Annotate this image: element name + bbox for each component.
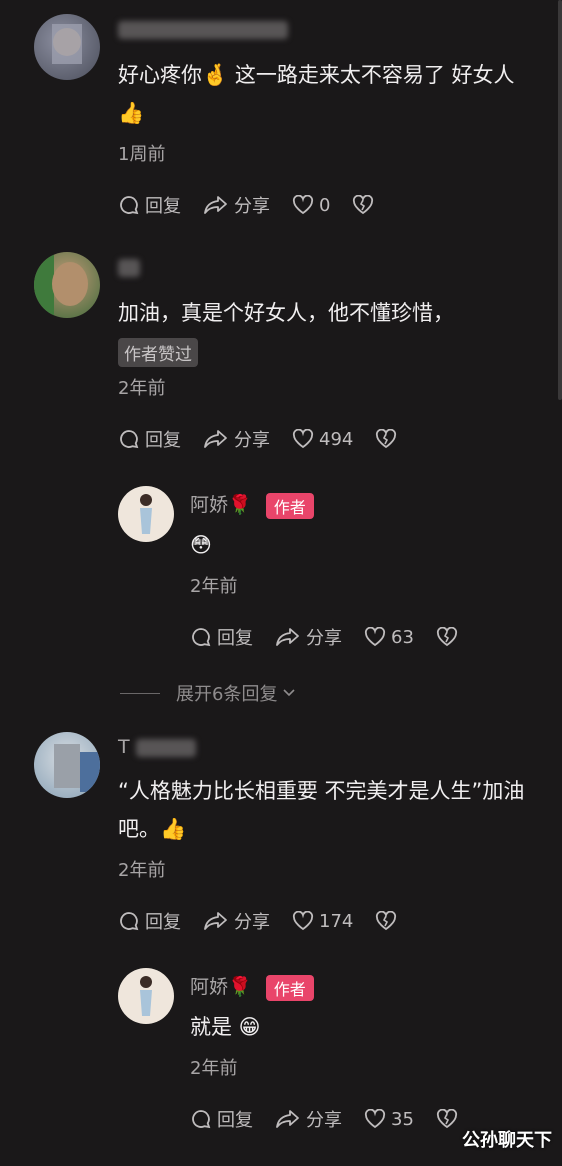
author-liked-badge: 作者赞过 (118, 338, 198, 367)
like-button[interactable]: 63 (364, 627, 414, 648)
like-count: 0 (319, 194, 331, 216)
broken-heart-icon (376, 911, 397, 931)
username[interactable] (118, 18, 288, 40)
share-button[interactable]: 分享 (275, 1106, 342, 1132)
reply-button[interactable]: 回复 (118, 908, 181, 934)
share-arrow-icon (204, 912, 227, 930)
like-button[interactable]: 174 (292, 911, 353, 932)
reply-text: 就是 😁 (190, 1015, 261, 1039)
dislike-button[interactable] (375, 911, 402, 931)
reply-button[interactable]: 回复 (190, 1106, 253, 1132)
share-arrow-icon (204, 196, 227, 214)
reply-actions: 回复 分享 63 (190, 624, 485, 650)
reply-time: 2年前 (190, 1058, 238, 1079)
chevron-down-icon (283, 689, 296, 697)
share-button[interactable]: 分享 (203, 426, 270, 452)
like-button[interactable]: 494 (292, 429, 353, 450)
username[interactable] (118, 256, 140, 278)
watermark: 公孙聊天下 (462, 1130, 552, 1151)
dislike-button[interactable] (436, 627, 463, 647)
avatar[interactable] (34, 14, 100, 80)
reply-actions: 回复 分享 35 (190, 1106, 485, 1132)
dislike-button[interactable] (352, 195, 379, 215)
chat-bubble-icon (120, 196, 139, 215)
broken-heart-icon (436, 1109, 457, 1129)
comment-text: 加油，真是个好女人，他不懂珍惜， (118, 301, 454, 325)
username[interactable]: T (118, 736, 196, 758)
reply-username[interactable]: 阿娇🌹 作者 (190, 490, 314, 519)
broken-heart-icon (353, 195, 374, 215)
share-arrow-icon (204, 430, 227, 448)
like-button[interactable]: 0 (292, 195, 330, 216)
heart-icon (292, 911, 314, 931)
share-button[interactable]: 分享 (203, 192, 270, 218)
share-button[interactable]: 分享 (203, 908, 270, 934)
like-count: 35 (391, 1108, 414, 1130)
chat-bubble-icon (120, 430, 139, 449)
comment-time: 1周前 (118, 144, 166, 165)
comment-actions: 回复 分享 494 (118, 426, 424, 452)
like-button[interactable]: 35 (364, 1109, 414, 1130)
heart-icon (364, 1109, 386, 1129)
chat-bubble-icon (192, 628, 211, 647)
like-count: 174 (319, 910, 354, 932)
comment-actions: 回复 分享 174 (118, 908, 424, 934)
reply-time: 2年前 (190, 576, 238, 597)
share-button[interactable]: 分享 (275, 624, 342, 650)
heart-icon (292, 429, 314, 449)
author-badge: 作者 (265, 492, 314, 519)
avatar[interactable] (118, 968, 174, 1024)
broken-heart-icon (436, 627, 457, 647)
avatar[interactable] (34, 252, 100, 318)
heart-icon (364, 627, 386, 647)
scrollbar[interactable] (558, 0, 562, 400)
comment-time: 2年前 (118, 860, 166, 881)
broken-heart-icon (376, 429, 397, 449)
expand-replies-button[interactable]: 展开6条回复 (120, 680, 297, 706)
divider (120, 692, 160, 694)
author-badge: 作者 (265, 974, 314, 1001)
dislike-button[interactable] (436, 1109, 463, 1129)
comment-time: 2年前 (118, 378, 166, 399)
like-count: 494 (319, 428, 354, 450)
avatar[interactable] (118, 486, 174, 542)
avatar[interactable] (34, 732, 100, 798)
chat-bubble-icon (192, 1110, 211, 1129)
dislike-button[interactable] (375, 429, 402, 449)
share-arrow-icon (276, 1110, 299, 1128)
share-arrow-icon (276, 628, 299, 646)
reply-button[interactable]: 回复 (118, 426, 181, 452)
comment-actions: 回复 分享 0 (118, 192, 401, 218)
comment-text: “人格魅力比长相重要 不完美才是人生”加油吧。👍 (118, 779, 525, 841)
reply-button[interactable]: 回复 (118, 192, 181, 218)
reply-button[interactable]: 回复 (190, 624, 253, 650)
chat-bubble-icon (120, 912, 139, 931)
like-count: 63 (391, 626, 414, 648)
comment-text: 好心疼你🤞 这一路走来太不容易了 好女人👍 (118, 63, 515, 125)
heart-icon (292, 195, 314, 215)
reply-username[interactable]: 阿娇🌹 作者 (190, 972, 314, 1001)
reply-text: 😳 (190, 533, 212, 557)
